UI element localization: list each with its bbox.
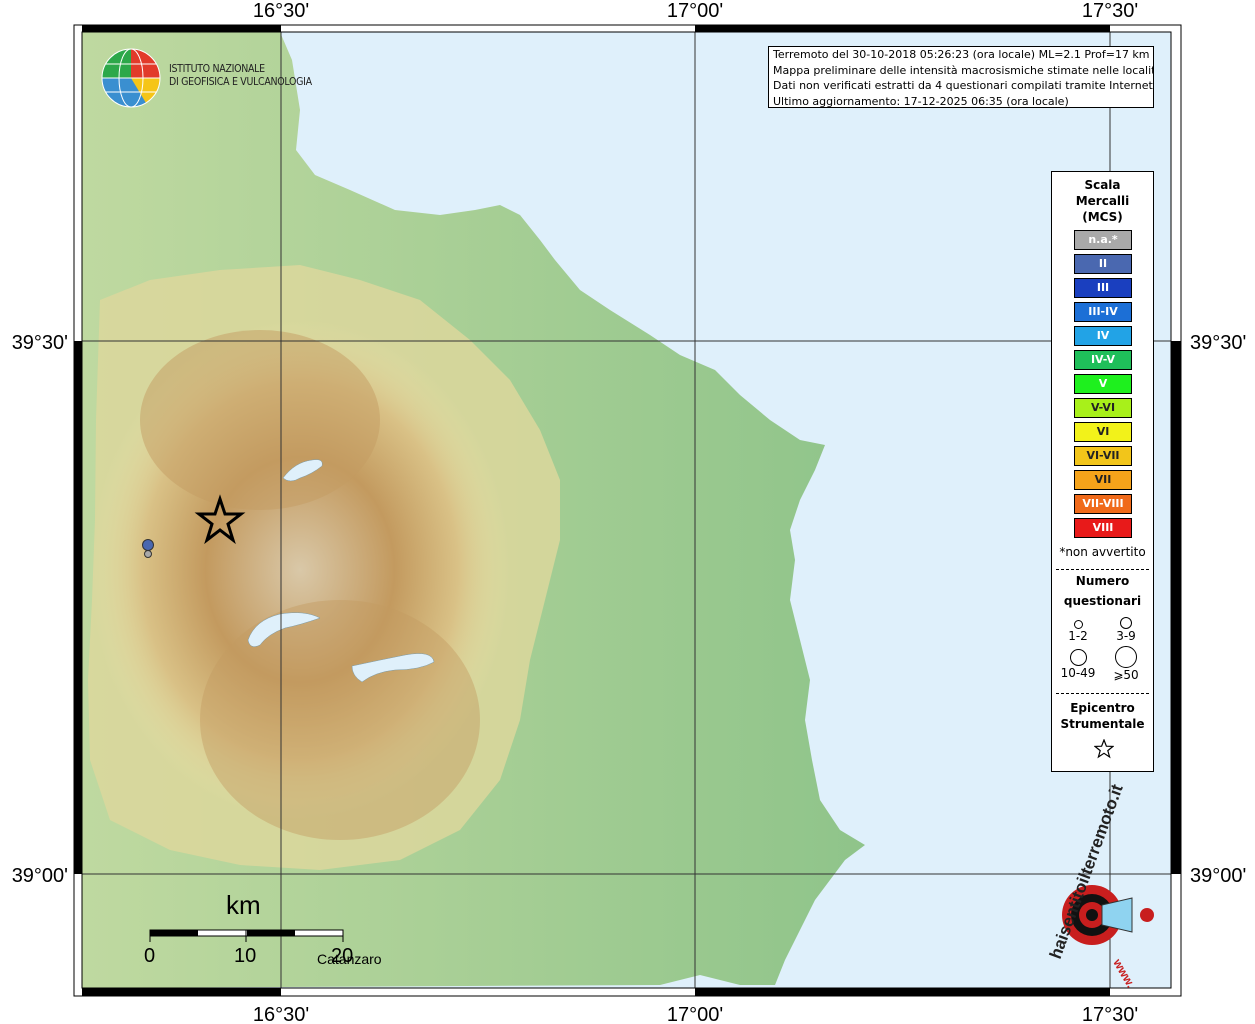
legend-q-label: ⩾50 [1113,668,1139,682]
legend-q-3-9: 3-9 [1114,616,1138,643]
bottom-label-3: 17°30' [1082,1004,1138,1024]
mcs-legend: Scala Mercalli (MCS) n.a.* II III III-IV IV I… [1051,171,1154,772]
left-label-2: 39°00' [12,865,68,887]
title-line-4: Ultimo aggiornamento: 17-12-2025 06:35 (… [773,94,1069,108]
legend-intensity-item: IV-V [1074,350,1132,370]
ingv-globe-icon [101,48,161,108]
legend-divider [1056,569,1149,570]
legend-intensity-list: n.a.* II III III-IV IV IV-V V V-VI VI VI-VII VII VI… [1074,230,1132,542]
right-label-1: 39°30' [1190,332,1246,354]
legend-intensity-item: III [1074,278,1132,298]
legend-intensity-item: VI [1074,422,1132,442]
legend-q-10-49: 10-49 [1058,649,1098,680]
mountains-north [140,330,380,510]
legend-title-line-3: (MCS) [1082,210,1123,224]
bottom-label-1: 16°30' [253,1004,309,1024]
logo-line-2: DI GEOFISICA E VULCANOLOGIA [169,76,312,88]
legend-intensity-item: V [1074,374,1132,394]
legend-intensity-item: IV [1074,326,1132,346]
legend-questionnaires-title-2: questionari [1063,594,1142,608]
bottom-label-2: 17°00' [667,1004,723,1024]
legend-divider [1056,693,1149,694]
mountains-south [200,600,480,840]
legend-intensity-item: VI-VII [1074,446,1132,466]
logo-line-1: ISTITUTO NAZIONALE [169,63,265,75]
legend-epicenter-title-2: Strumentale [1060,717,1145,731]
circle-medium-icon [1120,617,1132,629]
legend-questionnaires-title-1: Numero [1075,574,1130,588]
map-area [82,32,1171,988]
star-icon [1094,739,1114,759]
left-label-1: 39°30' [12,332,68,354]
legend-title-line-2: Mercalli [1075,194,1130,208]
legend-intensity-item: III-IV [1074,302,1132,322]
title-line-3: Dati non verificati estratti da 4 questi… [773,79,1154,92]
legend-intensity-item: VII [1074,470,1132,490]
scale-unit: km [226,890,261,920]
legend-title: Scala Mercalli (MCS) [1052,177,1153,225]
info-title-box: Terremoto del 30-10-2018 05:26:23 (ora l… [768,46,1154,108]
legend-intensity-item: VIII [1074,518,1132,538]
scale-label-10: 10 [234,945,257,967]
legend-intensity-item: V-VI [1074,398,1132,418]
circle-xlarge-icon [1115,646,1137,668]
right-label-2: 39°00' [1190,865,1246,887]
legend-intensity-item: n.a.* [1074,230,1132,250]
place-label-catanzaro[interactable]: Catanzaro [317,951,382,967]
circle-large-icon [1069,649,1087,666]
legend-q-50: ⩾50 [1108,646,1144,682]
legend-epicenter-title-1: Epicentro [1070,701,1135,715]
observation-point[interactable] [144,550,152,558]
title-line-2: Mappa preliminare delle intensità macros… [773,63,1154,77]
legend-q-label: 1-2 [1068,629,1088,643]
top-label-3: 17°30' [1082,0,1138,22]
legend-title-line-1: Scala [1084,178,1121,192]
legend-q-1-2: 1-2 [1066,618,1090,643]
legend-intensity-item: II [1074,254,1132,274]
top-label-1: 16°30' [253,0,309,22]
scale-label-0: 0 [144,945,156,967]
title-line-1: Terremoto del 30-10-2018 05:26:23 (ora l… [773,48,1150,61]
circle-small-icon [1073,620,1083,629]
legend-na-note: *non avvertito [1059,545,1146,559]
legend-q-label: 10-49 [1060,666,1096,680]
legend-intensity-item: VII-VIII [1074,494,1132,514]
top-label-2: 17°00' [667,0,723,22]
ingv-logo-text: ISTITUTO NAZIONALE DI GEOFISICA E VULCAN… [169,63,312,89]
observation-point[interactable] [142,539,154,551]
legend-q-label: 3-9 [1116,629,1136,643]
